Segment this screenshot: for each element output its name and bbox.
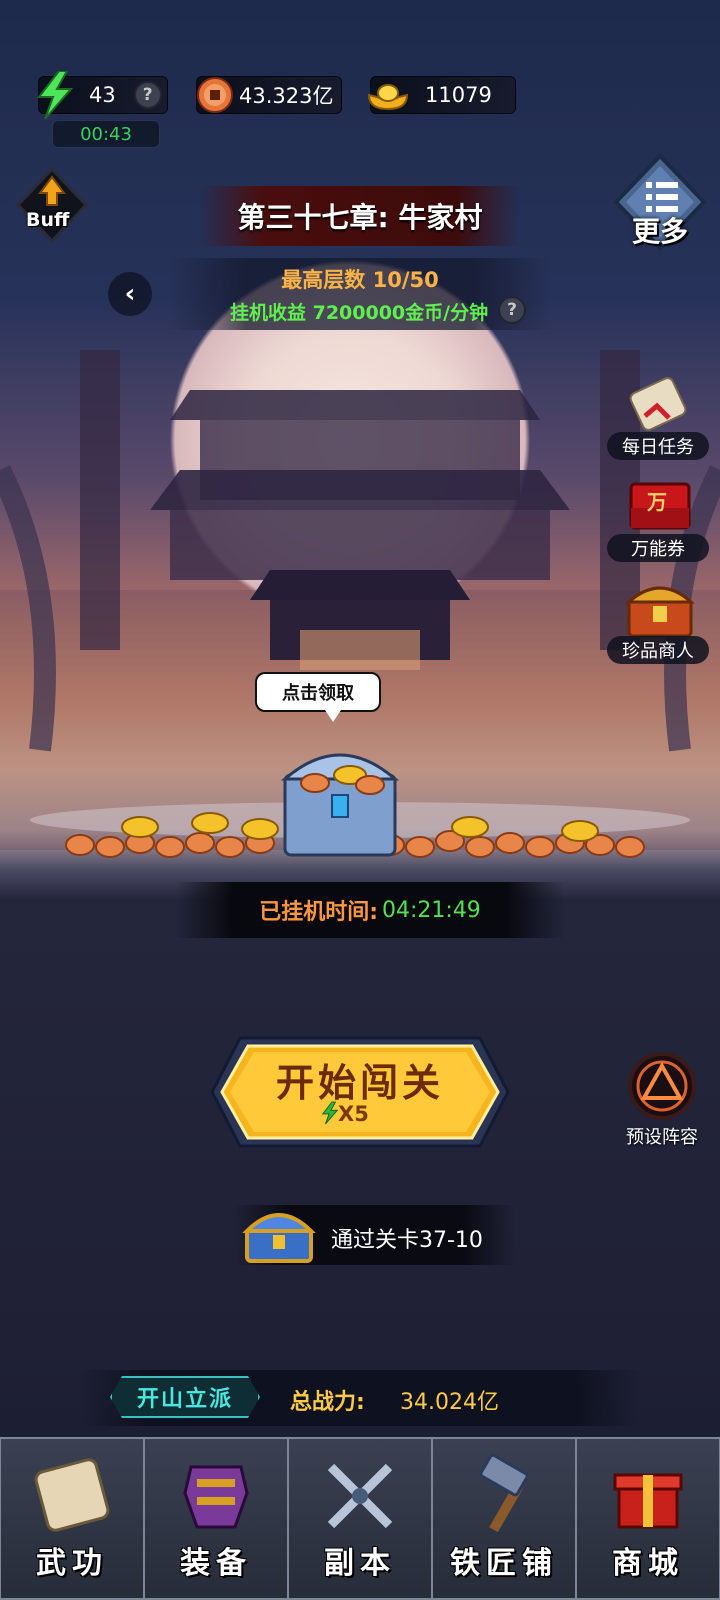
claim-bubble[interactable]: 点击领取 <box>255 672 381 722</box>
stage-info-panel: 最高层数 10/50 挂机收益 7200000金币/分钟 ? <box>170 258 550 330</box>
nav-label-blacksmith: 铁匠铺 <box>450 1546 558 1581</box>
buff-frame-icon <box>15 166 89 244</box>
nav-item-blacksmith[interactable]: 铁匠铺 <box>432 1437 576 1600</box>
nav-item-dungeon[interactable]: 副本 <box>288 1437 432 1600</box>
back-button[interactable]: ‹ <box>108 272 152 316</box>
crossed-swords-icon <box>327 1463 393 1529</box>
gold-ingot-value: 11079 <box>425 83 492 107</box>
combat-power-bar: 开山立派 总战力: 34.024亿 <box>80 1370 640 1426</box>
copper-coin-value: 43.323亿 <box>239 84 334 108</box>
treasure-merchant-button[interactable]: 珍品商人 <box>605 580 715 670</box>
stage-reward-label: 通过关卡37-10 <box>331 1228 483 1253</box>
universal-coupon-label: 万能券 <box>607 534 709 562</box>
armor-icon <box>183 1465 249 1529</box>
lightning-icon <box>36 71 74 119</box>
buff-button[interactable]: Buff <box>14 165 90 245</box>
energy-cost: X5 <box>338 1102 369 1126</box>
nav-item-shop[interactable]: 商城 <box>576 1437 720 1600</box>
preset-formation-label: 预设阵容 <box>626 1127 698 1148</box>
reward-chest-icon <box>242 1213 316 1263</box>
chapter-banner: 第三十七章: 牛家村 <box>200 186 520 246</box>
start-challenge-label: 开始闯关 <box>275 1060 444 1105</box>
found-sect-button[interactable]: 开山立派 <box>110 1376 260 1418</box>
copper-coin-icon <box>197 77 233 113</box>
chapter-title: 第三十七章: 牛家村 <box>237 201 483 234</box>
treasure-chest-icon <box>625 586 695 638</box>
idle-time-value: 04:21:49 <box>382 897 481 923</box>
lightning-icon <box>321 1101 339 1125</box>
scroll-icon <box>629 377 687 431</box>
hammer-icon <box>479 1453 529 1533</box>
nav-label-equipment: 装备 <box>180 1546 252 1581</box>
income-help-icon[interactable]: ? <box>498 296 526 324</box>
chevron-left-icon: ‹ <box>124 279 136 309</box>
daily-tasks-button[interactable]: 每日任务 <box>605 376 715 466</box>
stage-reward-bar[interactable]: 通过关卡37-10 <box>235 1205 515 1265</box>
idle-income-text: 挂机收益 7200000金币/分钟 <box>230 302 489 324</box>
gold-ingot-counter: 11079 <box>367 76 516 114</box>
total-power-label: 总战力: <box>290 1390 365 1415</box>
more-button[interactable]: 更多 <box>610 152 710 252</box>
total-power-value: 34.024亿 <box>400 1390 499 1415</box>
treasure-merchant-label: 珍品商人 <box>607 636 709 664</box>
nav-label-shop: 商城 <box>612 1546 684 1581</box>
scroll-icon <box>34 1458 110 1532</box>
universal-coupon-button[interactable]: 万 万能券 <box>605 478 715 568</box>
nav-label-martial-arts: 武功 <box>36 1546 108 1581</box>
bottom-nav: 武功 装备 副本 铁匠铺 商城 <box>0 1437 720 1600</box>
coin-pile-icon[interactable] <box>60 735 660 865</box>
gift-box-icon <box>613 1473 683 1529</box>
energy-counter: 43 ? <box>36 71 168 119</box>
gold-ingot-icon <box>367 84 409 111</box>
energy-timer: 00:43 <box>52 120 160 148</box>
idle-time-bar: 已挂机时间: 04:21:49 <box>175 882 565 938</box>
nav-item-martial-arts[interactable]: 武功 <box>0 1437 144 1600</box>
daily-tasks-label: 每日任务 <box>607 432 709 460</box>
copper-coin-counter: 43.323亿 <box>196 76 342 114</box>
more-label: 更多 <box>632 215 689 248</box>
nav-item-equipment[interactable]: 装备 <box>144 1437 288 1600</box>
max-floor-text: 最高层数 10/50 <box>281 268 439 292</box>
nav-label-dungeon: 副本 <box>324 1546 396 1581</box>
start-challenge-button[interactable]: 开始闯关 X5 <box>210 1032 510 1152</box>
buff-label: Buff <box>26 209 70 231</box>
formation-icon <box>628 1052 696 1120</box>
preset-formation-button[interactable]: 预设阵容 <box>612 1048 712 1148</box>
coupon-badge: 万 <box>647 490 667 514</box>
energy-value: 43 <box>89 83 116 107</box>
idle-time-label: 已挂机时间: <box>259 900 378 925</box>
energy-help-icon[interactable]: ? <box>133 81 162 109</box>
